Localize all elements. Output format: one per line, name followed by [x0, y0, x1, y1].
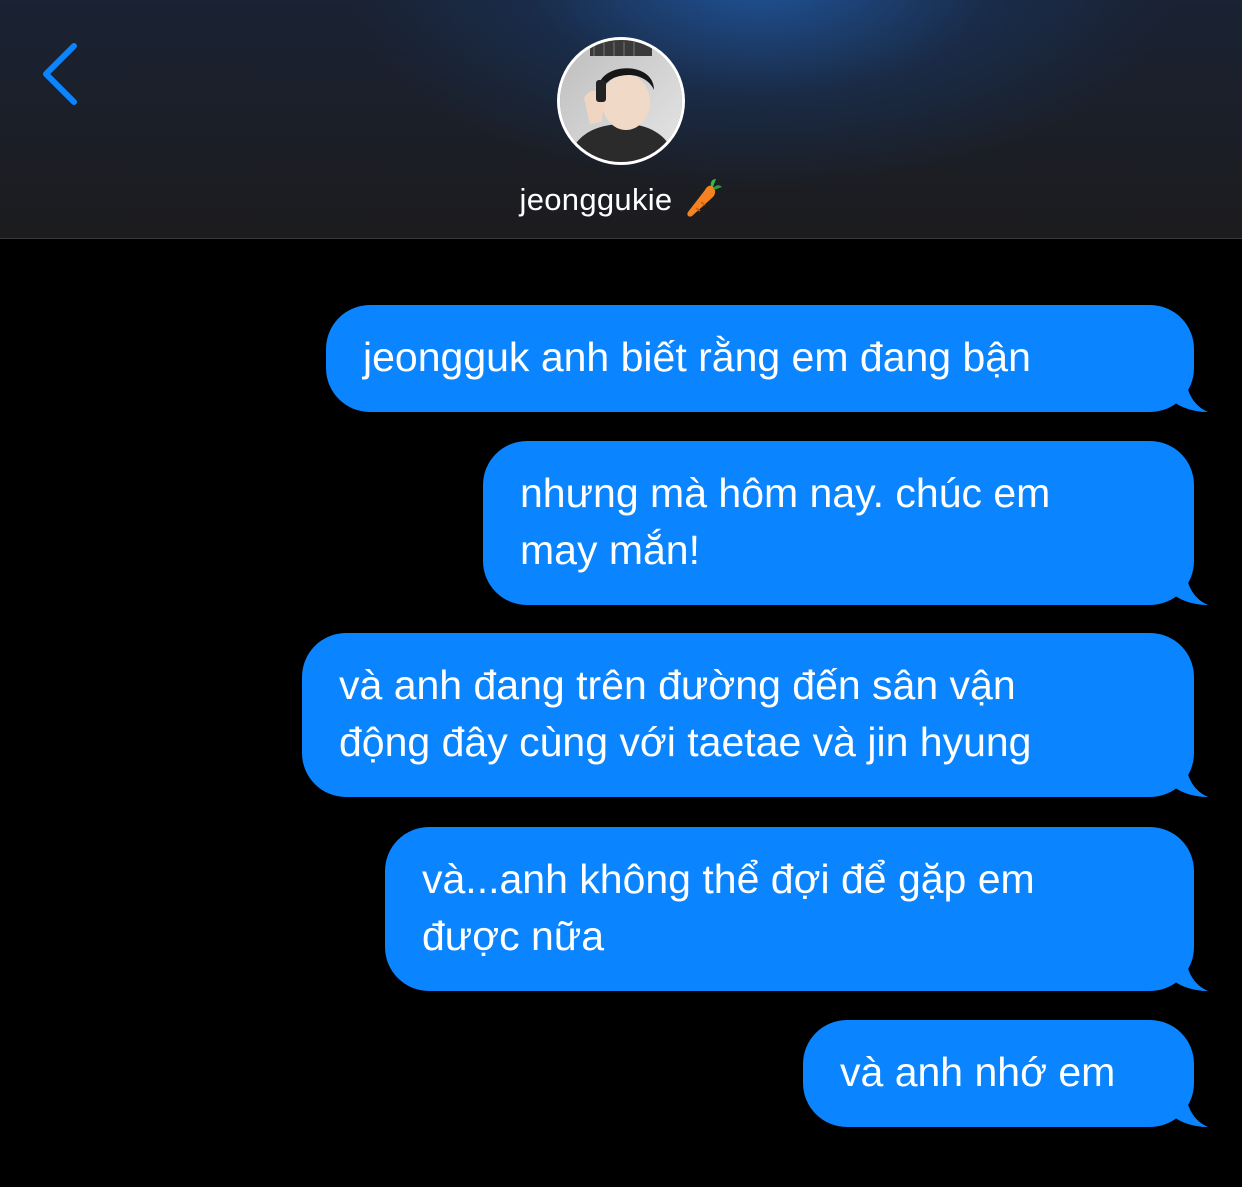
- conversation-header: jeonggukie: [0, 0, 1242, 239]
- message-thread: jeongguk anh biết rằng em đang bận nhưng…: [0, 240, 1242, 1187]
- imessage-screen: jeonggukie jeongguk anh biết rằng em đan…: [0, 0, 1242, 1187]
- message-text: và anh nhớ em: [840, 1049, 1116, 1095]
- message-text: và...anh không thể đợi để gặp em được nữ…: [422, 856, 1035, 959]
- back-button[interactable]: [38, 40, 86, 108]
- message-bubble[interactable]: và...anh không thể đợi để gặp em được nữ…: [385, 827, 1208, 991]
- bubble-tail: [1174, 761, 1208, 797]
- message-text: và anh đang trên đường đến sân vận động …: [339, 662, 1032, 765]
- contact-avatar[interactable]: [557, 37, 685, 165]
- message-text: nhưng mà hôm nay. chúc em may mắn!: [520, 470, 1051, 573]
- message-bubble[interactable]: và anh đang trên đường đến sân vận động …: [302, 633, 1208, 797]
- bubble-tail: [1174, 1091, 1208, 1127]
- bubble-tail: [1174, 376, 1208, 412]
- bubble-tail: [1174, 569, 1208, 605]
- message-text: jeongguk anh biết rằng em đang bận: [363, 334, 1031, 380]
- avatar-photo: [560, 40, 682, 162]
- contact-name-row[interactable]: jeonggukie: [0, 178, 1242, 218]
- bubble-tail: [1174, 955, 1208, 991]
- carrot-icon: [687, 179, 723, 217]
- chevron-left-icon: [43, 43, 77, 105]
- contact-name: jeonggukie: [519, 182, 673, 217]
- message-bubble[interactable]: và anh nhớ em: [803, 1020, 1208, 1127]
- message-bubble[interactable]: nhưng mà hôm nay. chúc em may mắn!: [483, 441, 1208, 605]
- message-bubble[interactable]: jeongguk anh biết rằng em đang bận: [326, 305, 1208, 412]
